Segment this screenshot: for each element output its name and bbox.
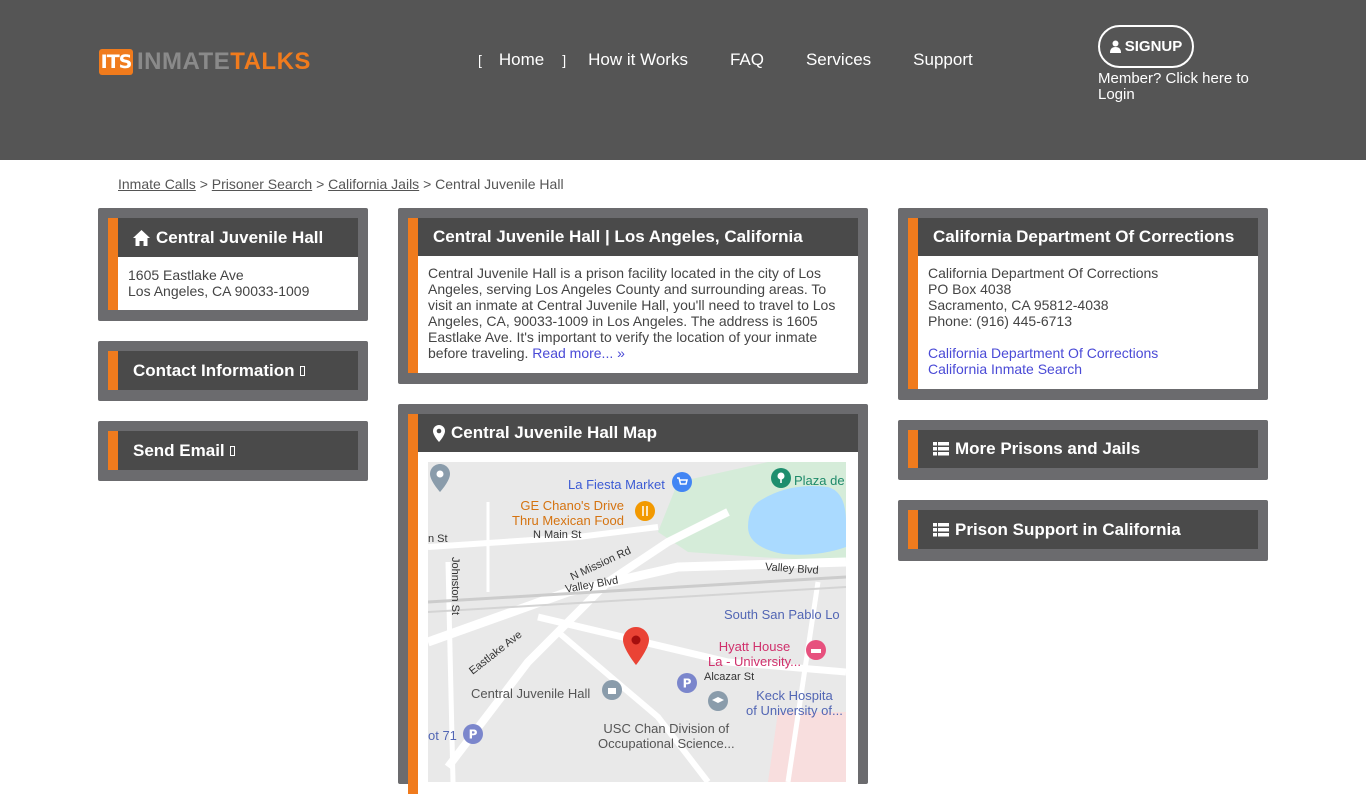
- logo-mark: ITS: [99, 49, 133, 75]
- parking-icon: P: [677, 673, 697, 693]
- signup-button[interactable]: SIGNUP: [1098, 25, 1194, 68]
- svg-text:P: P: [683, 677, 692, 691]
- list-icon: [933, 442, 949, 456]
- map-label-johnston: Johnston St: [449, 556, 462, 616]
- signup-label: SIGNUP: [1124, 38, 1183, 55]
- map-label-south-san-pablo: South San Pablo Lo: [724, 607, 840, 622]
- main-nav: [ Home ] How it Works FAQ Services Suppo…: [478, 48, 973, 72]
- nav-how-it-works[interactable]: How it Works: [588, 50, 688, 70]
- facility-panel: Central Juvenile Hall 1605 Eastlake Ave …: [98, 208, 368, 321]
- contact-panel: Contact Information: [98, 341, 368, 401]
- park-icon: [771, 468, 791, 488]
- prison-support-panel: Prison Support in California: [898, 500, 1268, 561]
- home-icon: [133, 229, 150, 246]
- map-view[interactable]: La Fiesta Market GE Chano's Drive Thru M…: [428, 462, 846, 782]
- grey-pin-icon: [430, 464, 450, 492]
- school-icon: [708, 691, 728, 711]
- map-label-n-st: n St: [428, 533, 448, 545]
- breadcrumb-inmate-calls[interactable]: Inmate Calls: [118, 176, 196, 192]
- more-prisons-heading[interactable]: More Prisons and Jails: [918, 430, 1258, 468]
- restaurant-icon: [635, 501, 655, 521]
- map-label-la-fiesta: La Fiesta Market: [568, 477, 665, 492]
- nav-services[interactable]: Services: [806, 50, 871, 70]
- contact-heading[interactable]: Contact Information: [118, 351, 358, 390]
- nav-faq[interactable]: FAQ: [730, 50, 764, 70]
- map-marker-icon: [433, 424, 445, 442]
- more-prisons-panel: More Prisons and Jails: [898, 420, 1268, 480]
- map-heading: Central Juvenile Hall Map: [418, 414, 858, 452]
- location-pin-icon[interactable]: [623, 627, 649, 665]
- expand-icon: [229, 445, 235, 456]
- dept-info: California Department Of Corrections PO …: [928, 265, 1159, 377]
- dept-website-link[interactable]: California Department Of Corrections: [928, 345, 1158, 361]
- map-label-hyatt: Hyatt House La - University...: [708, 639, 801, 669]
- list-icon: [933, 522, 949, 536]
- dept-heading: California Department Of Corrections: [918, 218, 1258, 256]
- login-link[interactable]: Member? Click here to Login: [1098, 71, 1268, 103]
- map-label-usc: USC Chan Division of Occupational Scienc…: [598, 721, 735, 751]
- breadcrumb-prisoner-search[interactable]: Prisoner Search: [212, 176, 312, 192]
- email-panel: Send Email: [98, 421, 368, 481]
- facility-heading: Central Juvenile Hall: [118, 218, 358, 257]
- facility-address: 1605 Eastlake Ave Los Angeles, CA 90033-…: [128, 267, 310, 299]
- site-logo[interactable]: ITS INMATETALKS: [99, 48, 311, 76]
- site-header: ITS INMATETALKS [ Home ] How it Works FA…: [0, 0, 1366, 160]
- prison-support-heading[interactable]: Prison Support in California: [918, 510, 1258, 549]
- info-heading: Central Juvenile Hall | Los Angeles, Cal…: [418, 218, 858, 256]
- info-panel: Central Juvenile Hall | Los Angeles, Cal…: [398, 208, 868, 384]
- map-label-n-main: N Main St: [533, 529, 582, 541]
- nav-support[interactable]: Support: [913, 50, 973, 70]
- info-text: Central Juvenile Hall is a prison facili…: [428, 265, 836, 361]
- read-more-link[interactable]: Read more... »: [532, 345, 625, 361]
- breadcrumb: Inmate Calls > Prisoner Search > Califor…: [118, 176, 564, 192]
- expand-icon: [299, 365, 305, 376]
- landmark-icon: [602, 680, 622, 700]
- dept-panel: California Department Of Corrections Cal…: [898, 208, 1268, 400]
- parking-icon-2: P: [463, 724, 483, 744]
- map-label-keck: Keck Hospita of University of...: [746, 688, 843, 718]
- hotel-icon: [806, 640, 826, 660]
- breadcrumb-current: Central Juvenile Hall: [435, 176, 564, 192]
- map-label-lot-71: ot 71: [428, 728, 457, 743]
- user-icon: [1109, 40, 1121, 53]
- map-label-chanos: GE Chano's Drive Thru Mexican Food: [512, 498, 624, 528]
- breadcrumb-california-jails[interactable]: California Jails: [328, 176, 419, 192]
- map-label-central-juvenile-hall: Central Juvenile Hall: [471, 686, 591, 701]
- nav-bracket-left: [: [478, 52, 482, 68]
- map-label-alcazar: Alcazar St: [704, 671, 755, 683]
- map-panel: Central Juvenile Hall Map La Fiesta Mark…: [398, 404, 868, 794]
- nav-bracket-right: ]: [562, 52, 567, 68]
- map-label-plaza: Plaza de: [794, 473, 845, 488]
- shopping-cart-icon: [672, 472, 692, 492]
- logo-text: INMATETALKS: [137, 48, 311, 75]
- svg-text:P: P: [469, 728, 478, 742]
- nav-home[interactable]: Home: [499, 50, 544, 70]
- email-heading[interactable]: Send Email: [118, 431, 358, 470]
- inmate-search-link[interactable]: California Inmate Search: [928, 361, 1082, 377]
